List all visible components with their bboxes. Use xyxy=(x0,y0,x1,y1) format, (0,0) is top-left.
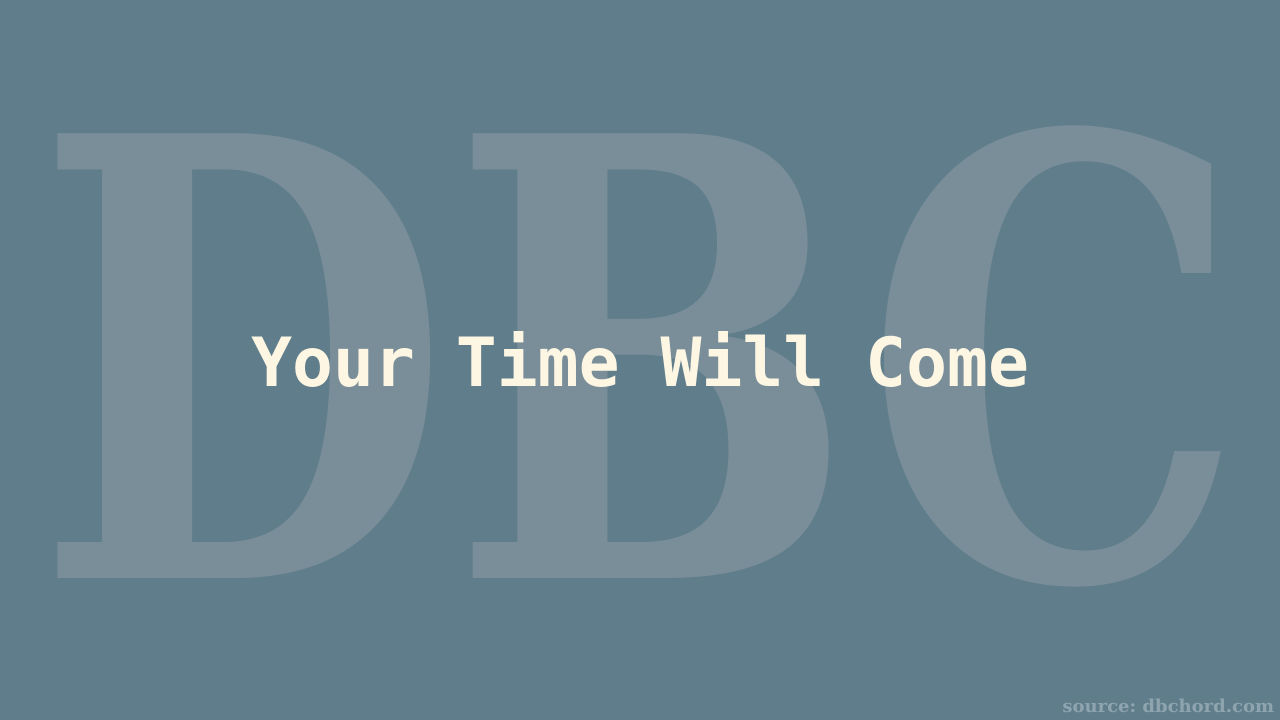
page-title: Your Time Will Come xyxy=(251,324,1029,403)
source-credit: source: dbchord.com xyxy=(1062,696,1274,717)
